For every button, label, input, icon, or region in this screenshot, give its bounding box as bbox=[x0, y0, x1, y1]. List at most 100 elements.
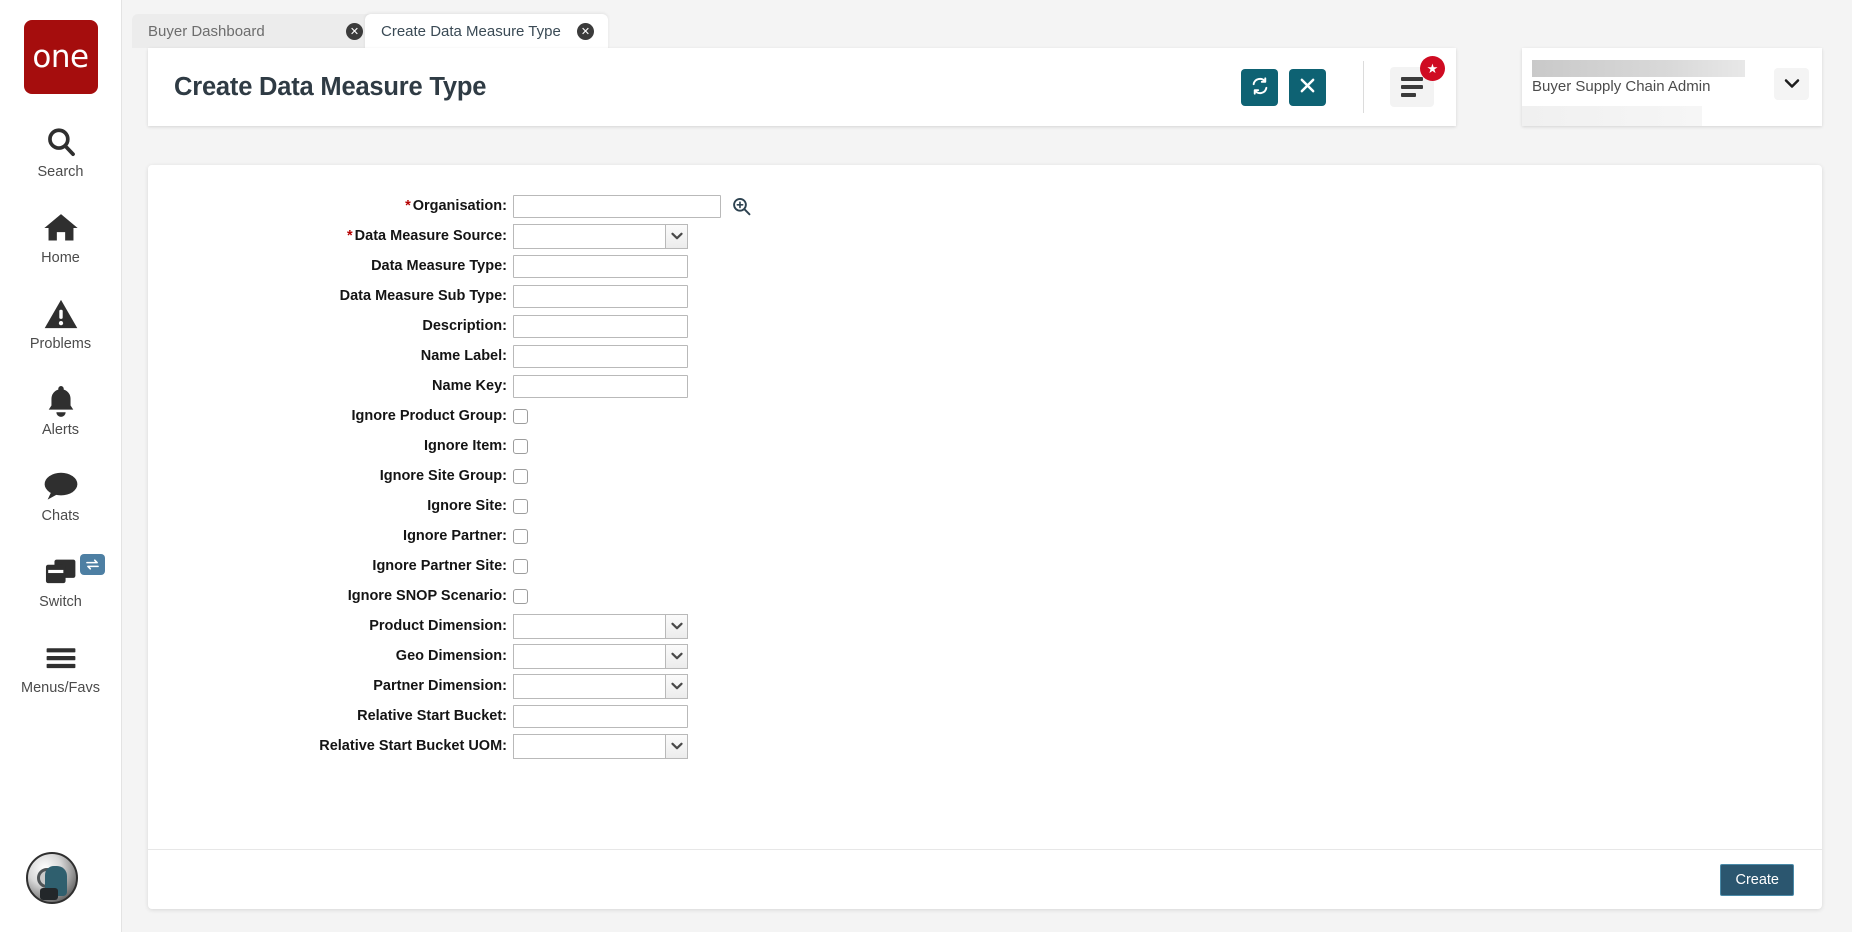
sidebar-item-problems[interactable]: Problems bbox=[0, 294, 122, 352]
form-panel: * Organisation: * Data Measure Source: Data … bbox=[148, 165, 1822, 909]
left-navigation-rail: one Search Home Problems Alerts Chats Sw… bbox=[0, 0, 122, 932]
field-control bbox=[513, 528, 528, 544]
chevron-down-icon[interactable] bbox=[665, 733, 688, 759]
field-label: Ignore Site Group: bbox=[148, 468, 513, 484]
field-control bbox=[513, 588, 528, 604]
field-input[interactable] bbox=[513, 284, 688, 308]
field-label: * Data Measure Source: bbox=[148, 228, 513, 244]
chevron-down-icon[interactable] bbox=[665, 643, 688, 669]
user-menu-toggle[interactable] bbox=[1774, 68, 1809, 100]
field-label-text: Name Label bbox=[420, 348, 503, 364]
field-checkbox[interactable] bbox=[513, 498, 528, 514]
select-value[interactable] bbox=[513, 613, 665, 639]
user-avatar[interactable] bbox=[26, 852, 78, 904]
field-label: Relative Start Bucket UOM: bbox=[148, 738, 513, 754]
field-select[interactable] bbox=[513, 673, 688, 699]
form-row: Geo Dimension: bbox=[148, 641, 1822, 671]
field-select[interactable] bbox=[513, 643, 688, 669]
field-checkbox[interactable] bbox=[513, 438, 528, 454]
field-input[interactable] bbox=[513, 194, 721, 218]
sidebar-item-menus-favs[interactable]: Menus/Favs bbox=[0, 638, 122, 696]
chevron-down-icon[interactable] bbox=[665, 613, 688, 639]
form-row: Data Measure Type: bbox=[148, 251, 1822, 281]
sidebar-item-switch[interactable]: Switch bbox=[0, 552, 122, 610]
field-select[interactable] bbox=[513, 613, 688, 639]
field-checkbox[interactable] bbox=[513, 468, 528, 484]
tab-buyer-dashboard[interactable]: Buyer Dashboard ✕ bbox=[132, 14, 377, 48]
search-icon bbox=[44, 122, 78, 162]
form-row: Ignore Partner Site: bbox=[148, 551, 1822, 581]
field-label: Ignore Product Group: bbox=[148, 408, 513, 424]
field-select[interactable] bbox=[513, 733, 688, 759]
sidebar-label-switch: Switch bbox=[39, 594, 82, 610]
field-label-colon: : bbox=[502, 378, 507, 394]
select-value[interactable] bbox=[513, 733, 665, 759]
field-label-text: Data Measure Sub Type bbox=[339, 288, 503, 304]
refresh-button[interactable] bbox=[1241, 68, 1278, 106]
field-label-colon: : bbox=[502, 468, 507, 484]
field-input[interactable] bbox=[513, 344, 688, 368]
sidebar-item-search[interactable]: Search bbox=[0, 122, 122, 180]
application-window: one Search Home Problems Alerts Chats Sw… bbox=[0, 0, 1852, 932]
header-actions: ★ bbox=[1230, 56, 1456, 113]
field-checkbox[interactable] bbox=[513, 408, 528, 424]
redacted-org-bar bbox=[1532, 60, 1745, 77]
menu-button[interactable]: ★ bbox=[1390, 56, 1445, 107]
chevron-down-icon bbox=[1784, 77, 1800, 92]
field-label: Ignore SNOP Scenario: bbox=[148, 588, 513, 604]
field-label-text: Ignore Site bbox=[427, 498, 503, 514]
field-checkbox[interactable] bbox=[513, 528, 528, 544]
field-label: Data Measure Sub Type: bbox=[148, 288, 513, 304]
star-icon: ★ bbox=[1420, 56, 1445, 81]
field-input[interactable] bbox=[513, 314, 688, 338]
swap-arrows-icon[interactable] bbox=[79, 554, 105, 575]
field-label-colon: : bbox=[502, 408, 507, 424]
avatar-body-shape bbox=[40, 888, 58, 900]
form-row: Name Key: bbox=[148, 371, 1822, 401]
field-label-colon: : bbox=[502, 498, 507, 514]
chat-bubble-icon bbox=[43, 466, 79, 506]
field-checkbox[interactable] bbox=[513, 588, 528, 604]
magnifier-plus-icon[interactable] bbox=[732, 197, 751, 216]
field-label-colon: : bbox=[502, 348, 507, 364]
field-label-colon: : bbox=[502, 228, 507, 244]
user-role-label: Buyer Supply Chain Admin bbox=[1532, 78, 1711, 95]
field-label: Ignore Partner Site: bbox=[148, 558, 513, 574]
sidebar-item-home[interactable]: Home bbox=[0, 208, 122, 266]
select-value[interactable] bbox=[513, 643, 665, 669]
field-label-text: Name Key bbox=[432, 378, 503, 394]
windows-stack-icon bbox=[44, 552, 78, 592]
form-footer: Create bbox=[148, 849, 1822, 909]
select-value[interactable] bbox=[513, 223, 665, 249]
create-button[interactable]: Create bbox=[1720, 863, 1794, 896]
select-value[interactable] bbox=[513, 673, 665, 699]
form-row: * Organisation: bbox=[148, 191, 1822, 221]
field-control bbox=[513, 314, 688, 338]
chevron-down-icon[interactable] bbox=[665, 223, 688, 249]
sidebar-item-chats[interactable]: Chats bbox=[0, 466, 122, 524]
chevron-down-icon[interactable] bbox=[665, 673, 688, 699]
field-label-text: Description bbox=[422, 318, 503, 334]
close-circle-icon[interactable]: ✕ bbox=[346, 22, 363, 40]
field-input[interactable] bbox=[513, 704, 688, 728]
tab-create-data-measure-type[interactable]: Create Data Measure Type ✕ bbox=[365, 14, 608, 51]
sidebar-item-alerts[interactable]: Alerts bbox=[0, 380, 122, 438]
form-row: Ignore Partner: bbox=[148, 521, 1822, 551]
sidebar-label-menus-favs: Menus/Favs bbox=[21, 680, 100, 696]
field-input[interactable] bbox=[513, 374, 688, 398]
field-label-text: Organisation bbox=[412, 198, 503, 214]
field-label: Data Measure Type: bbox=[148, 258, 513, 274]
page-title: Create Data Measure Type bbox=[174, 72, 487, 101]
close-circle-icon[interactable]: ✕ bbox=[577, 22, 594, 40]
field-select[interactable] bbox=[513, 223, 688, 249]
close-button[interactable] bbox=[1289, 68, 1326, 106]
warning-triangle-icon bbox=[44, 294, 78, 334]
field-label: Partner Dimension: bbox=[148, 678, 513, 694]
field-control bbox=[513, 408, 528, 424]
form-row: Relative Start Bucket UOM: bbox=[148, 731, 1822, 761]
sidebar-label-home: Home bbox=[41, 250, 80, 266]
field-input[interactable] bbox=[513, 254, 688, 278]
field-checkbox[interactable] bbox=[513, 558, 528, 574]
field-control bbox=[513, 468, 528, 484]
field-label-text: Relative Start Bucket bbox=[357, 708, 503, 724]
